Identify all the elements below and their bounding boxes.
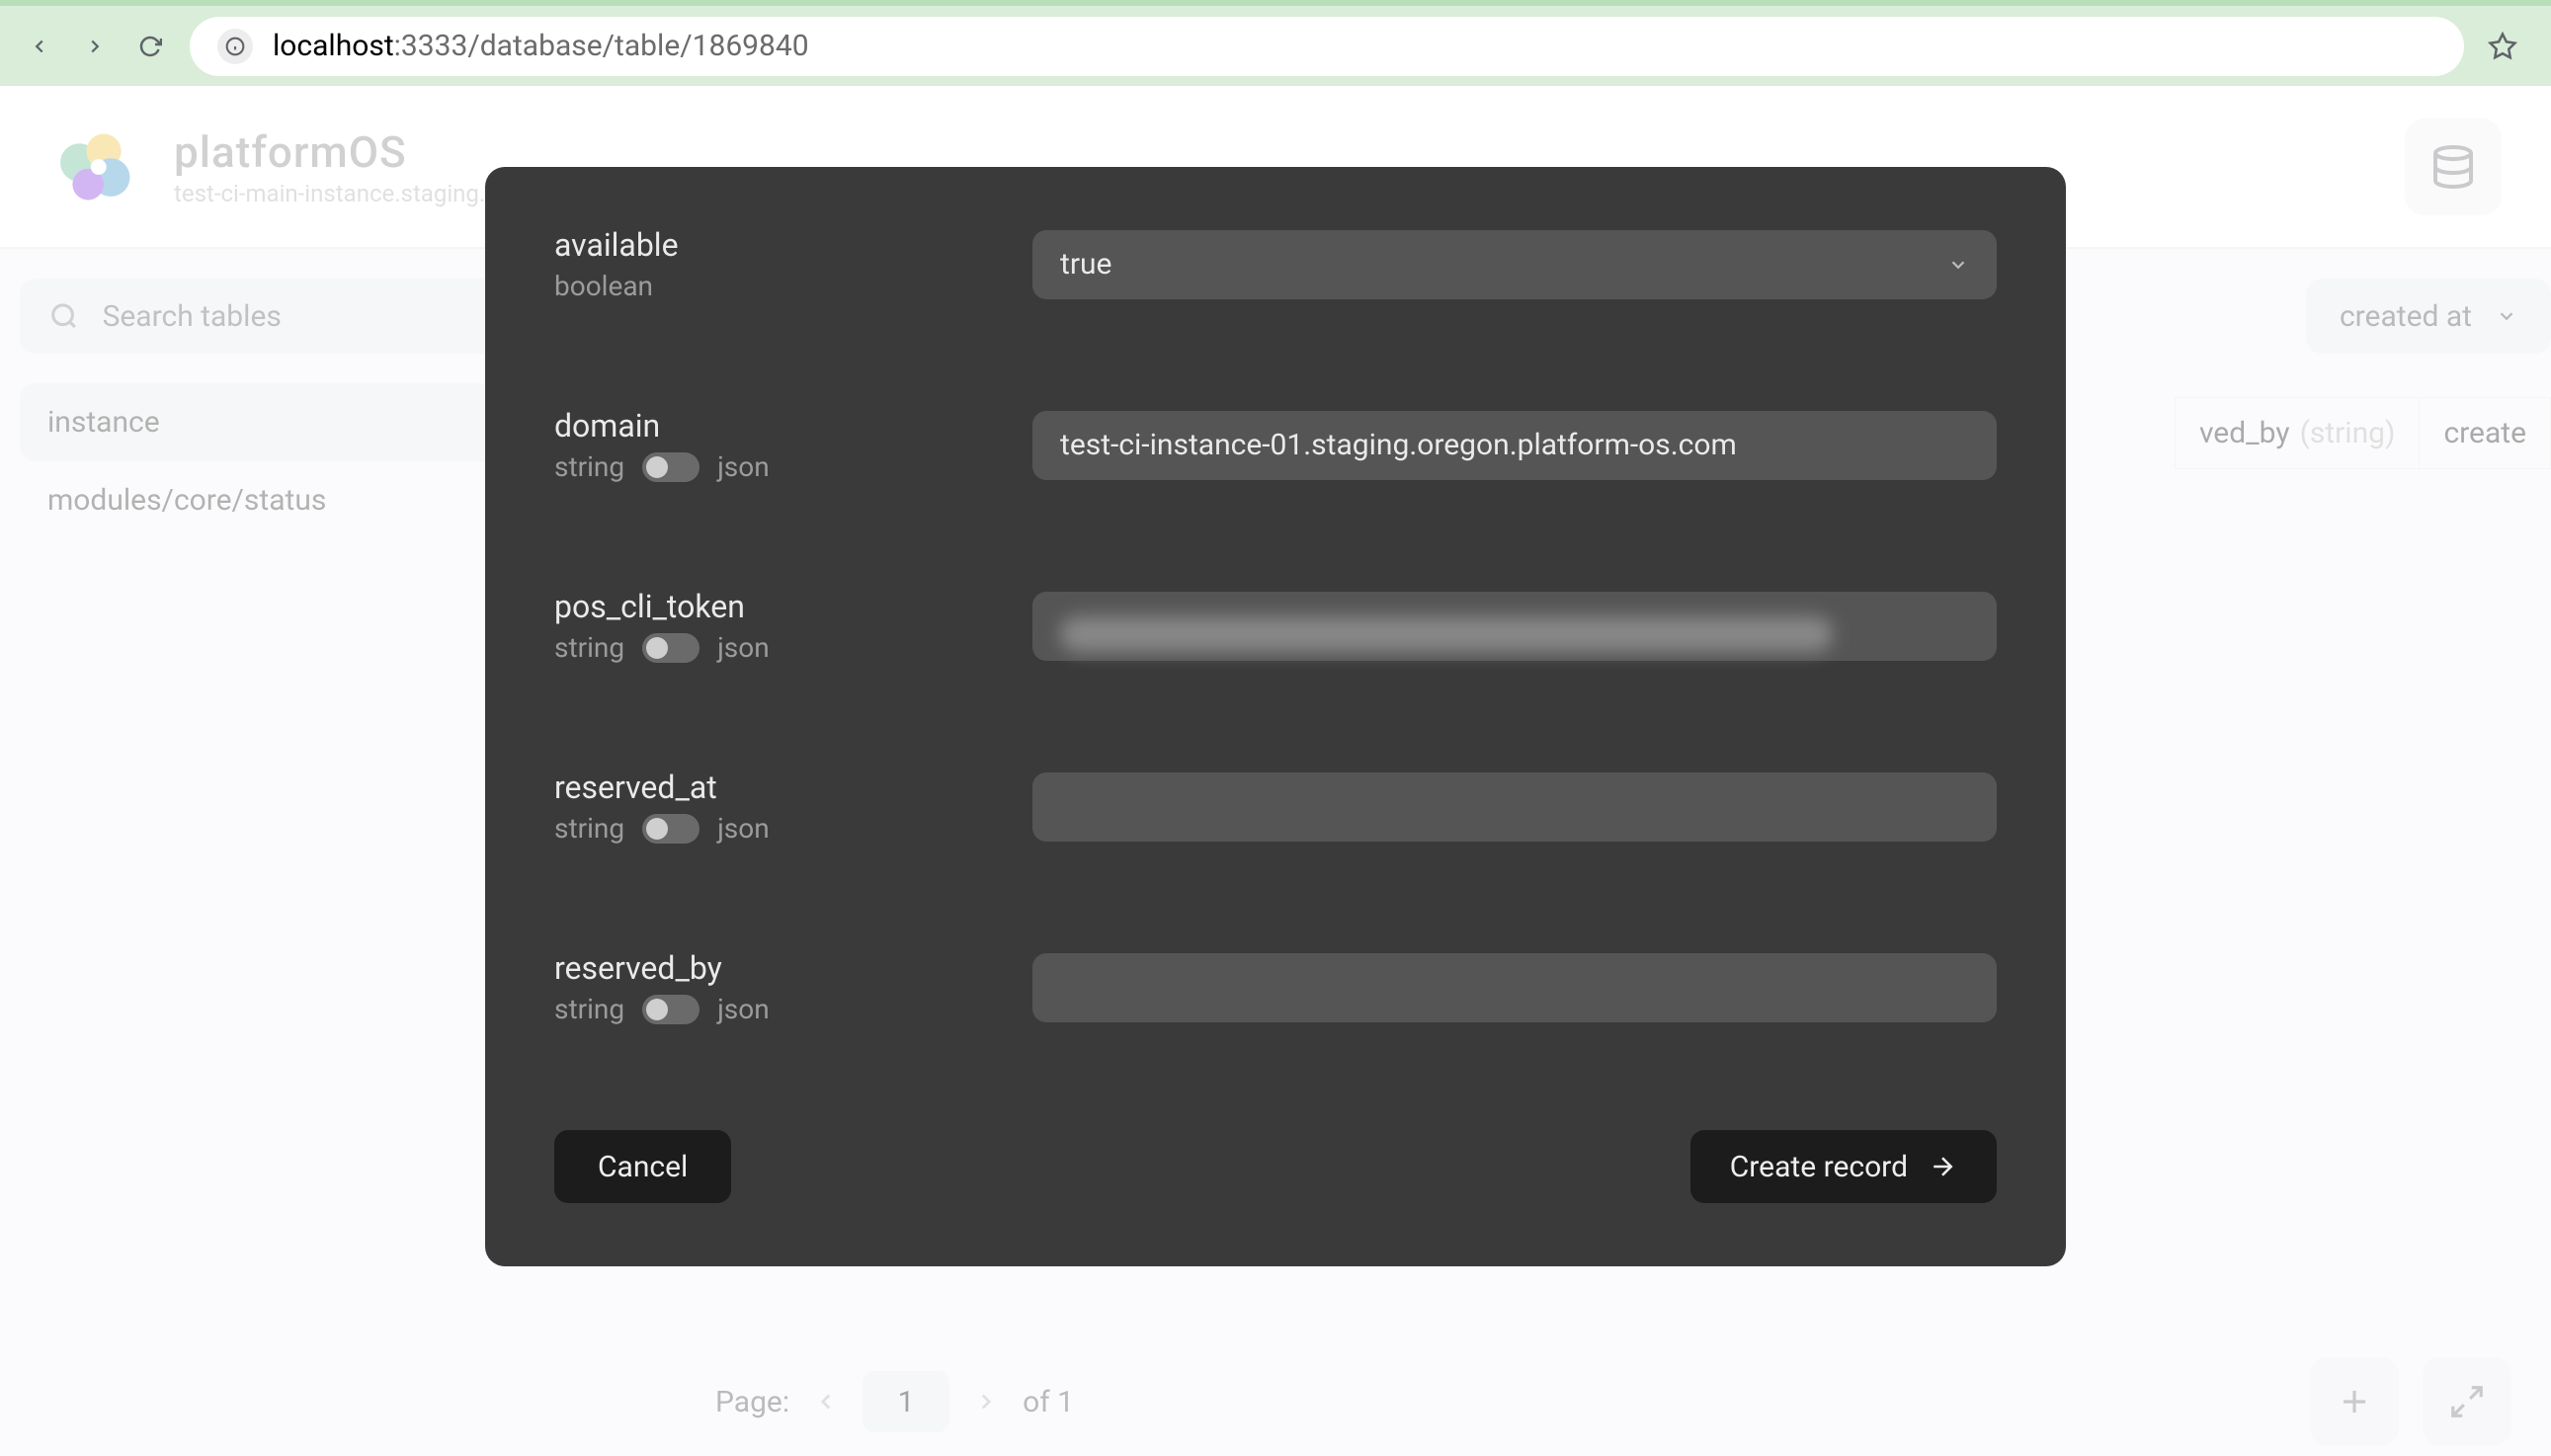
field-name: reserved_at: [554, 768, 1009, 806]
logo-icon: [49, 123, 144, 210]
page-label: Page:: [715, 1385, 789, 1419]
bookmark-star-icon[interactable]: [2488, 32, 2527, 61]
search-icon: [49, 301, 79, 331]
field-row-domain: domain string json: [554, 407, 1997, 483]
json-toggle[interactable]: [642, 633, 699, 663]
back-button[interactable]: [24, 31, 55, 62]
search-input[interactable]: [103, 299, 479, 334]
json-toggle[interactable]: [642, 452, 699, 482]
page-next-icon[interactable]: [973, 1389, 999, 1415]
available-select[interactable]: true: [1032, 230, 1997, 299]
table-header-row: ved_by(string) create: [2175, 397, 2551, 469]
reserved-by-input[interactable]: [1032, 953, 1997, 1022]
cancel-button[interactable]: Cancel: [554, 1130, 731, 1203]
field-name: available: [554, 226, 1009, 264]
table-footer: Page: of 1: [682, 1347, 2551, 1456]
domain-input[interactable]: [1032, 411, 1997, 480]
json-label: json: [717, 993, 770, 1025]
arrow-right-icon: [1928, 1152, 1957, 1181]
field-type: string: [554, 450, 624, 483]
url-path: :3333/database/table/1869840: [394, 29, 809, 63]
browser-chrome: localhost:3333/database/table/1869840: [0, 0, 2551, 86]
add-record-button[interactable]: [2310, 1357, 2399, 1446]
field-row-available: available boolean true: [554, 226, 1997, 302]
url-host: localhost: [273, 29, 394, 63]
column-header[interactable]: ved_by(string): [2175, 397, 2420, 469]
reload-button[interactable]: [134, 31, 166, 62]
pos-cli-token-input[interactable]: [1032, 592, 1997, 661]
chevron-down-icon: [2496, 305, 2517, 327]
create-record-button[interactable]: Create record: [1690, 1130, 1997, 1203]
field-type: boolean: [554, 270, 653, 302]
field-type: string: [554, 993, 624, 1025]
field-row-reserved-by: reserved_by string json: [554, 949, 1997, 1025]
page-input[interactable]: [863, 1371, 949, 1432]
field-row-reserved-at: reserved_at string json: [554, 768, 1997, 845]
page-prev-icon[interactable]: [813, 1389, 839, 1415]
forward-button[interactable]: [79, 31, 111, 62]
reserved-at-input[interactable]: [1032, 772, 1997, 842]
field-name: pos_cli_token: [554, 588, 1009, 625]
database-button[interactable]: [2405, 119, 2502, 215]
column-header[interactable]: create: [2420, 397, 2551, 469]
json-label: json: [717, 450, 770, 483]
select-value: true: [1060, 247, 1111, 282]
address-bar[interactable]: localhost:3333/database/table/1869840: [190, 17, 2464, 76]
field-row-pos-cli-token: pos_cli_token string json: [554, 588, 1997, 664]
field-type: string: [554, 631, 624, 664]
page-total: of 1: [1023, 1385, 1074, 1419]
field-name: reserved_by: [554, 949, 1009, 987]
expand-button[interactable]: [2423, 1357, 2511, 1446]
submit-label: Create record: [1730, 1150, 1908, 1184]
create-record-modal: available boolean true domain string jso…: [485, 167, 2066, 1266]
json-toggle[interactable]: [642, 995, 699, 1024]
redacted-value: [1060, 616, 1833, 652]
site-info-icon[interactable]: [217, 29, 253, 64]
field-type: string: [554, 812, 624, 845]
json-label: json: [717, 812, 770, 845]
chevron-down-icon: [1947, 254, 1969, 276]
sort-label: created at: [2340, 299, 2472, 334]
json-toggle[interactable]: [642, 814, 699, 844]
sort-dropdown[interactable]: created at: [2306, 279, 2551, 354]
json-label: json: [717, 631, 770, 664]
field-name: domain: [554, 407, 1009, 445]
